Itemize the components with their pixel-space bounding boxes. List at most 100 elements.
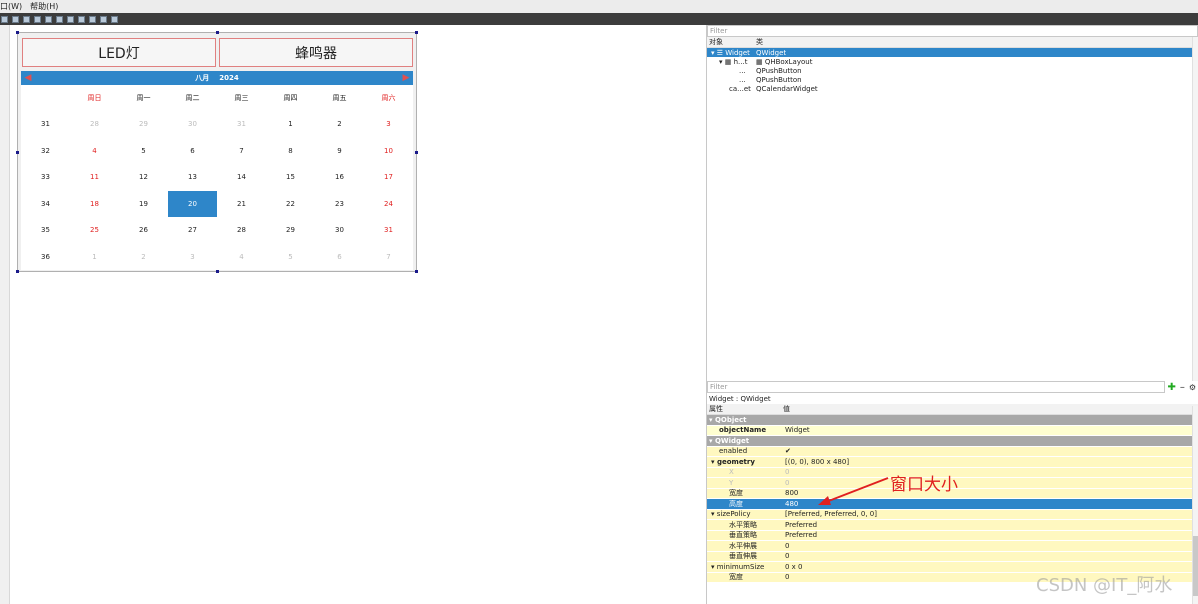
next-month-icon[interactable]: ▶ (401, 71, 411, 85)
layout-tool-icon[interactable] (1, 15, 8, 23)
calendar-day-selected[interactable]: 20 (168, 190, 217, 217)
form-widget[interactable]: LED灯 蜂鸣器 ◀ 八月 2024 ▶ 周日 周一 周二 周三 周四 周五 周… (16, 31, 418, 273)
expand-arrow-icon[interactable]: ▾ (711, 49, 715, 57)
prop-geometry[interactable]: ▾ geometry [(0, 0), 800 x 480] (707, 457, 1198, 468)
col-value[interactable]: 值 (783, 404, 790, 414)
layout-tool-icon[interactable] (45, 15, 52, 23)
calendar-day[interactable]: 16 (315, 164, 364, 191)
calendar-day[interactable]: 25 (70, 217, 119, 244)
scrollbar-thumb[interactable] (1193, 536, 1198, 596)
prop-value[interactable]: 0 x 0 (783, 563, 1198, 571)
tree-row-widget[interactable]: ▾ ☰ Widget QWidget (707, 48, 1198, 57)
prop-value[interactable]: [(0, 0), 800 x 480] (783, 458, 1198, 466)
resize-handle[interactable] (16, 151, 19, 154)
group-qobject[interactable]: ▾ QObject (707, 415, 1198, 426)
calendar-day[interactable]: 27 (168, 217, 217, 244)
col-object[interactable]: 对象 (707, 37, 756, 47)
calendar-day[interactable]: 23 (315, 191, 364, 218)
layout-tool-icon[interactable] (89, 15, 96, 23)
expand-arrow-icon[interactable]: ▾ (719, 58, 723, 66)
remove-property-icon[interactable]: – (1178, 382, 1187, 393)
calendar-day[interactable]: 4 (217, 244, 266, 271)
prop-height[interactable]: 高度 480 (707, 499, 1198, 510)
resize-handle[interactable] (415, 31, 418, 34)
layout-tool-icon[interactable] (23, 15, 30, 23)
property-scrollbar[interactable] (1192, 406, 1198, 604)
prop-value[interactable]: Preferred (783, 521, 1198, 529)
calendar-day[interactable]: 28 (217, 217, 266, 244)
expand-arrow-icon[interactable]: ▾ (711, 458, 715, 466)
calendar-day[interactable]: 19 (119, 191, 168, 218)
resize-handle[interactable] (415, 270, 418, 273)
calendar-day[interactable]: 5 (119, 138, 168, 165)
prop-hstretch[interactable]: 水平伸展 0 (707, 541, 1198, 552)
layout-tool-icon[interactable] (67, 15, 74, 23)
prop-hpolicy[interactable]: 水平策略 Preferred (707, 520, 1198, 531)
prop-value[interactable]: Widget (783, 426, 1198, 434)
calendar-day[interactable]: 3 (364, 111, 413, 138)
prop-sizepolicy[interactable]: ▾ sizePolicy [Preferred, Preferred, 0, 0… (707, 509, 1198, 520)
layout-tool-icon[interactable] (34, 15, 41, 23)
add-property-icon[interactable]: ✚ (1165, 382, 1177, 393)
calendar-day[interactable]: 8 (266, 138, 315, 165)
calendar-day[interactable]: 30 (168, 111, 217, 138)
group-qwidget[interactable]: ▾ QWidget (707, 436, 1198, 447)
calendar-day[interactable]: 18 (70, 191, 119, 218)
tree-row-button[interactable]: ... QPushButton (707, 66, 1198, 75)
expand-arrow-icon[interactable]: ▾ (711, 510, 715, 518)
tree-row-calendar[interactable]: ca...et QCalendarWidget (707, 84, 1198, 93)
resize-handle[interactable] (415, 151, 418, 154)
tree-row-layout[interactable]: ▾ ▦ h...t ▦ QHBoxLayout (707, 57, 1198, 66)
layout-tool-icon[interactable] (78, 15, 85, 23)
calendar-day[interactable]: 1 (70, 244, 119, 271)
prop-value[interactable]: 0 (783, 552, 1198, 560)
prop-value[interactable]: 0 (783, 542, 1198, 550)
calendar-day[interactable]: 3 (168, 244, 217, 271)
calendar-day[interactable]: 29 (119, 111, 168, 138)
calendar-day[interactable]: 13 (168, 164, 217, 191)
configure-icon[interactable]: ⚙ (1187, 383, 1198, 392)
layout-tool-icon[interactable] (56, 15, 63, 23)
layout-tool-icon[interactable] (12, 15, 19, 23)
calendar-month[interactable]: 八月 (195, 73, 209, 83)
resize-handle[interactable] (16, 31, 19, 34)
calendar-day[interactable]: 17 (364, 164, 413, 191)
calendar-day[interactable]: 21 (217, 191, 266, 218)
prop-value[interactable]: [Preferred, Preferred, 0, 0] (783, 510, 1198, 518)
prop-value[interactable]: 0 (783, 468, 1198, 476)
calendar-day[interactable]: 14 (217, 164, 266, 191)
prop-value[interactable]: 800 (783, 489, 1198, 497)
buzzer-button[interactable]: 蜂鸣器 (219, 38, 413, 67)
calendar-day[interactable]: 26 (119, 217, 168, 244)
prev-month-icon[interactable]: ◀ (23, 71, 33, 85)
resize-handle[interactable] (216, 31, 219, 34)
calendar-day[interactable]: 12 (119, 164, 168, 191)
object-filter-input[interactable]: Filter (707, 25, 1198, 37)
calendar-day[interactable]: 10 (364, 138, 413, 165)
calendar-day[interactable]: 15 (266, 164, 315, 191)
calendar-day[interactable]: 7 (364, 244, 413, 271)
calendar-year[interactable]: 2024 (219, 74, 238, 82)
led-button[interactable]: LED灯 (22, 38, 216, 67)
calendar-day[interactable]: 31 (364, 217, 413, 244)
layout-tool-icon[interactable] (100, 15, 107, 23)
calendar-day[interactable]: 6 (315, 244, 364, 271)
calendar-day[interactable]: 1 (266, 111, 315, 138)
calendar-day[interactable]: 28 (70, 111, 119, 138)
calendar-day[interactable]: 31 (217, 111, 266, 138)
resize-handle[interactable] (16, 270, 19, 273)
expand-arrow-icon[interactable]: ▾ (709, 437, 713, 445)
calendar-day[interactable]: 22 (266, 191, 315, 218)
menu-item-window[interactable]: 口(W) (0, 1, 22, 12)
prop-vstretch[interactable]: 垂直伸展 0 (707, 551, 1198, 562)
prop-value[interactable]: 0 (783, 479, 1198, 487)
col-class[interactable]: 类 (756, 37, 763, 47)
enabled-checkbox[interactable]: ✔ (783, 447, 1198, 455)
expand-arrow-icon[interactable]: ▾ (711, 563, 715, 571)
calendar-day[interactable]: 29 (266, 217, 315, 244)
prop-vpolicy[interactable]: 垂直策略 Preferred (707, 530, 1198, 541)
resize-handle[interactable] (216, 270, 219, 273)
property-filter-input[interactable]: Filter (707, 381, 1166, 393)
prop-value[interactable]: 480 (783, 500, 1198, 508)
prop-value[interactable]: Preferred (783, 531, 1198, 539)
